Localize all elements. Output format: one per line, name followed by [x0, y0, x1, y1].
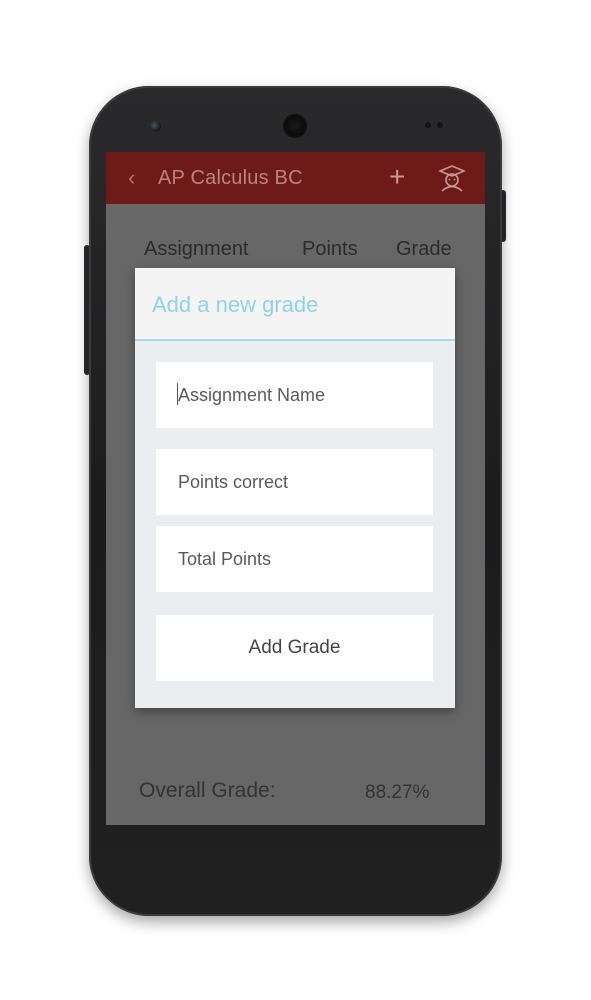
column-header-points: Points: [302, 238, 358, 260]
graduate-icon[interactable]: [438, 164, 466, 192]
total-points-field[interactable]: [156, 526, 433, 592]
text-caret: [177, 383, 178, 405]
sensor-icon: [437, 122, 443, 128]
stage: ‹ AP Calculus BC + Assignment Points Gra…: [0, 0, 591, 1000]
points-correct-input[interactable]: [178, 471, 418, 493]
dialog-title: Add a new grade: [152, 292, 319, 317]
add-grade-dialog: Add a new grade Add Grade: [135, 268, 455, 708]
page-title: AP Calculus BC: [158, 167, 303, 189]
overall-grade-label: Overall Grade:: [139, 779, 276, 802]
chevron-left-icon[interactable]: ‹: [128, 165, 135, 191]
front-camera-icon: [150, 121, 161, 132]
app-bar: ‹ AP Calculus BC +: [106, 152, 485, 204]
total-points-input[interactable]: [178, 548, 418, 570]
sensor-icon: [425, 122, 431, 128]
dialog-header: Add a new grade: [135, 268, 455, 341]
column-header-assignment: Assignment: [144, 238, 249, 260]
column-header-grade: Grade: [396, 238, 452, 260]
plus-icon[interactable]: +: [389, 161, 405, 193]
assignment-name-field[interactable]: [156, 362, 433, 428]
points-correct-field[interactable]: [156, 449, 433, 515]
assignment-name-input[interactable]: [178, 384, 418, 406]
earpiece-speaker-icon: [283, 114, 307, 138]
add-grade-button[interactable]: Add Grade: [156, 615, 433, 681]
overall-grade-value: 88.27%: [365, 782, 430, 803]
